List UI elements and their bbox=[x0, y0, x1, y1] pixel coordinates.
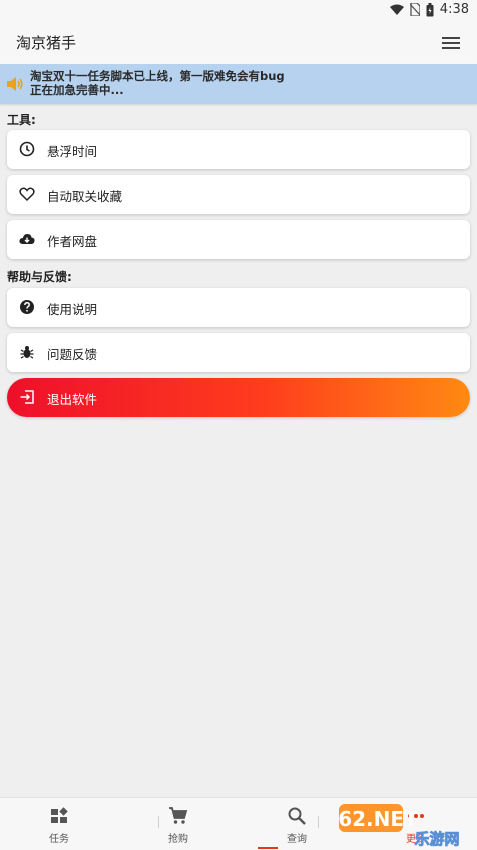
feedback-button[interactable]: 问题反馈 bbox=[7, 333, 470, 372]
cart-icon bbox=[169, 807, 188, 824]
speaker-icon bbox=[7, 77, 23, 91]
no-sim-icon bbox=[409, 3, 420, 16]
app-bar: 淘京猪手 bbox=[0, 22, 477, 64]
wifi-icon bbox=[389, 4, 404, 15]
cloud-download-icon bbox=[19, 234, 35, 244]
nav-tasks[interactable]: 任务 bbox=[29, 806, 89, 845]
nav-snapup[interactable]: 抢购 bbox=[148, 806, 208, 845]
float-time-label: 悬浮时间 bbox=[47, 144, 98, 159]
hamburger-menu-icon[interactable] bbox=[441, 33, 461, 53]
usage-guide-label: 使用说明 bbox=[47, 302, 98, 317]
tools-section-label: 工具: bbox=[7, 113, 36, 127]
exit-icon bbox=[20, 390, 34, 404]
notice-banner: 淘宝双十一任务脚本已上线，第一版难免会有bug 正在加急完善中... bbox=[0, 64, 477, 104]
search-icon bbox=[288, 807, 306, 825]
watermark-logo: 962.NET 乐游网 bbox=[337, 804, 460, 848]
nav-divider bbox=[318, 816, 319, 828]
question-icon bbox=[20, 300, 34, 314]
exit-app-button[interactable]: 退出软件 bbox=[7, 378, 470, 417]
author-drive-button[interactable]: 作者网盘 bbox=[7, 220, 470, 259]
auto-unfollow-label: 自动取关收藏 bbox=[47, 189, 123, 204]
float-time-button[interactable]: 悬浮时间 bbox=[7, 130, 470, 169]
tasks-icon bbox=[51, 807, 68, 823]
exit-app-label: 退出软件 bbox=[47, 392, 98, 407]
nav-snapup-label: 抢购 bbox=[168, 834, 188, 845]
status-bar: 4:38 bbox=[0, 0, 477, 22]
nav-tasks-label: 任务 bbox=[49, 834, 69, 845]
clock-icon bbox=[19, 141, 35, 157]
app-title: 淘京猪手 bbox=[16, 34, 77, 52]
notice-line-2: 正在加急完善中... bbox=[30, 83, 124, 97]
notice-line-1: 淘宝双十一任务脚本已上线，第一版难免会有bug bbox=[30, 69, 285, 83]
heart-icon bbox=[19, 187, 35, 202]
bug-icon bbox=[20, 346, 34, 359]
status-time: 4:38 bbox=[439, 2, 469, 17]
author-drive-label: 作者网盘 bbox=[47, 234, 98, 249]
battery-icon bbox=[426, 2, 434, 16]
feedback-label: 问题反馈 bbox=[47, 347, 98, 362]
help-section-label: 帮助与反馈: bbox=[7, 270, 72, 284]
watermark-bottom: 乐游网 bbox=[414, 830, 459, 848]
usage-guide-button[interactable]: 使用说明 bbox=[7, 288, 470, 327]
nav-query-label: 查询 bbox=[287, 834, 307, 845]
watermark-top: 962.NET bbox=[337, 807, 418, 831]
auto-unfollow-button[interactable]: 自动取关收藏 bbox=[7, 175, 470, 214]
